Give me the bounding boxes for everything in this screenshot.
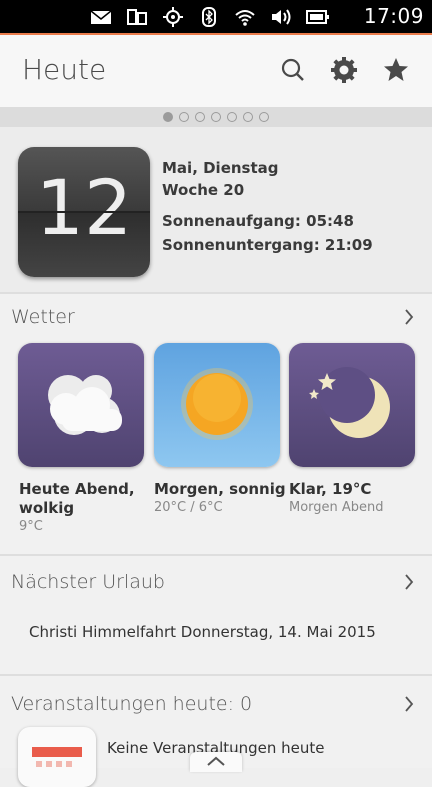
flip-divider [18,211,150,213]
page-dot[interactable] [163,112,173,122]
date-info: Mai, Dienstag Woche 20 Sonnenaufgang: 05… [162,157,373,255]
search-icon [281,58,304,81]
search-button[interactable] [278,55,308,85]
page-dot[interactable] [179,112,189,122]
chevron-right-icon[interactable] [404,695,414,713]
page-dot[interactable] [195,112,205,122]
week-line: Woche 20 [162,181,245,199]
page-dot[interactable] [227,112,237,122]
weather-label: Morgen, sonnig [154,480,286,498]
page-title: Heute [22,53,107,86]
page-dot[interactable] [243,112,253,122]
vacation-section[interactable]: Nächster Urlaub [0,556,432,674]
events-title: Veranstaltungen heute: 0 [11,693,253,715]
favorites-button[interactable] [381,55,411,85]
weather-sub: 9°C [19,519,43,534]
page-dot[interactable] [259,112,269,122]
date-line: Mai, Dienstag [162,159,279,177]
weather-sub: Morgen Abend [289,500,384,515]
star-icon [384,58,408,81]
settings-button[interactable] [329,55,359,85]
gear-icon [331,57,357,83]
status-bar: 17:09 [0,0,432,33]
clock: 17:09 [363,4,424,28]
weather-label: Klar, 19°C [289,480,372,498]
page-indicator [0,107,432,127]
calendar-icon [18,727,96,787]
header: Heute [0,35,432,107]
day-number: 12 [35,163,133,252]
chevron-right-icon[interactable] [404,308,414,326]
sunrise-line: Sonnenaufgang: 05:48 [162,212,354,230]
date-card[interactable]: 12 Mai, Dienstag Woche 20 Sonnenaufgang:… [0,127,432,292]
weather-sub: 20°C / 6°C [154,500,223,515]
weather-title: Wetter [11,306,75,328]
vacation-title: Nächster Urlaub [11,571,165,593]
location-icon [162,7,184,27]
volume-icon [270,7,292,27]
bluetooth-icon [198,7,220,27]
page-dot[interactable] [211,112,221,122]
mail-icon [90,7,112,27]
wifi-icon [234,7,256,27]
weather-tile-tomorrow[interactable] [154,343,280,467]
weather-label: Heute Abend, wolkig [19,480,135,517]
bottom-edge-handle[interactable] [190,752,242,772]
transfer-icon [126,7,148,27]
moon-icon [309,367,390,438]
chevron-right-icon[interactable] [404,573,414,591]
sunset-line: Sonnenuntergang: 21:09 [162,236,373,254]
weather-tile-evening[interactable] [289,343,415,467]
flip-calendar: 12 [18,147,150,277]
weather-tile-tonight[interactable] [18,343,144,467]
sun-icon [181,368,253,440]
battery-icon [306,7,329,27]
cloud-icon [48,375,122,435]
holiday-entry: Christi Himmelfahrt Donnerstag, 14. Mai … [29,623,376,641]
chevron-up-icon [207,756,225,766]
